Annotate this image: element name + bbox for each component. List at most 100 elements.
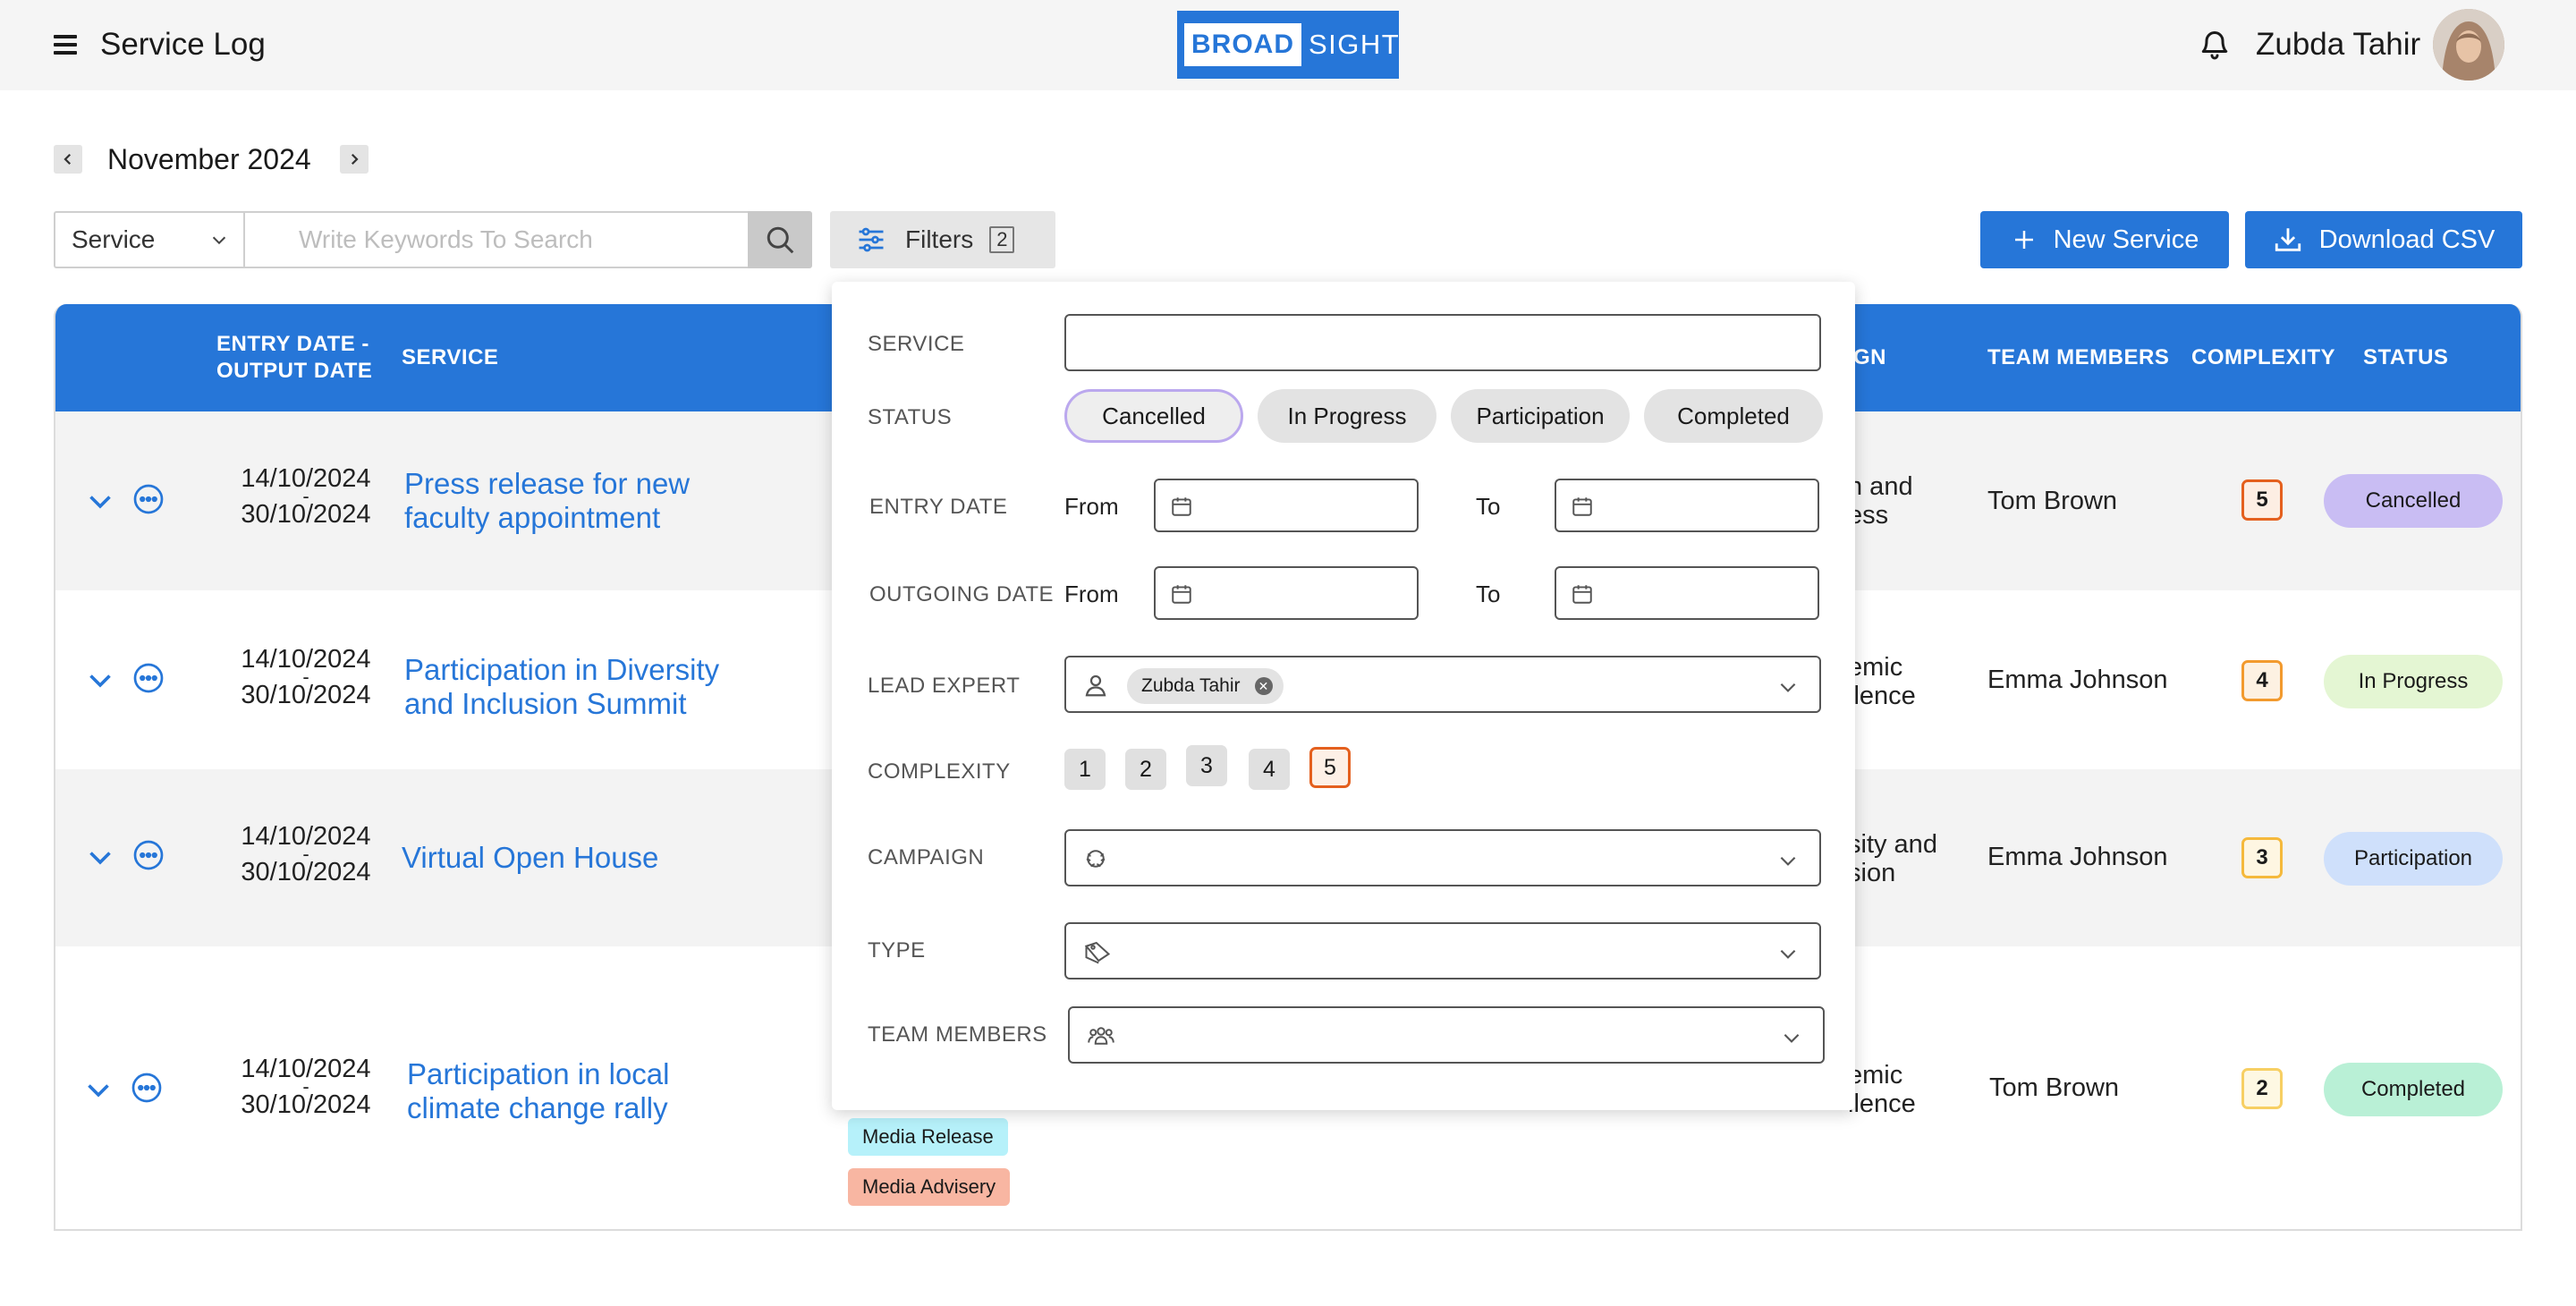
search-input[interactable] bbox=[243, 211, 750, 268]
complexity-badge: 4 bbox=[2241, 660, 2283, 701]
campaign-cell: sity and sion bbox=[1848, 830, 1937, 887]
complexity-option-2[interactable]: 2 bbox=[1125, 749, 1166, 790]
lead-expert-select[interactable]: Zubda Tahir ✕ bbox=[1064, 656, 1821, 713]
bell-icon[interactable] bbox=[2199, 29, 2231, 61]
service-title-line2: faculty appointment bbox=[404, 501, 661, 534]
entry-to-date-input[interactable] bbox=[1555, 479, 1819, 532]
service-title-line1: Press release for new bbox=[404, 467, 691, 500]
entry-from-date-input[interactable] bbox=[1154, 479, 1419, 532]
logo-part-2: SIGHT bbox=[1309, 29, 1401, 60]
prev-month-button[interactable] bbox=[54, 145, 82, 174]
service-link[interactable]: Press release for new faculty appointment bbox=[404, 467, 690, 535]
search-icon bbox=[767, 226, 794, 254]
col-header-complexity[interactable]: COMPLEXITY bbox=[2191, 304, 2335, 411]
service-title-line1: Virtual Open House bbox=[402, 841, 659, 874]
expand-chevron-icon[interactable] bbox=[84, 485, 116, 517]
complexity-option-1[interactable]: 1 bbox=[1064, 749, 1106, 790]
service-title-line1: Participation in Diversity bbox=[404, 653, 720, 686]
tag-media-release[interactable]: Media Release bbox=[848, 1118, 1008, 1156]
complexity-option-3[interactable]: 3 bbox=[1186, 745, 1227, 786]
campaign-line1: sity and bbox=[1848, 830, 1937, 859]
campaign-cell: emic llence bbox=[1848, 1061, 1916, 1118]
chevron-down-icon bbox=[212, 236, 226, 245]
more-options-icon[interactable] bbox=[132, 839, 165, 871]
filter-type-label: TYPE bbox=[868, 938, 926, 963]
complexity-option-5[interactable]: 5 bbox=[1309, 747, 1351, 788]
col-header-service[interactable]: SERVICE bbox=[402, 304, 498, 411]
expand-chevron-icon[interactable] bbox=[84, 841, 116, 873]
campaign-line1: emic bbox=[1848, 1061, 1903, 1090]
lead-expert-chip-label: Zubda Tahir bbox=[1141, 675, 1241, 696]
outgoing-from-date-input[interactable] bbox=[1154, 566, 1419, 620]
status-badge: Cancelled bbox=[2324, 474, 2503, 528]
service-type-select[interactable]: Service bbox=[54, 211, 245, 268]
chevron-down-icon bbox=[1780, 683, 1796, 692]
filter-lead-expert-label: LEAD EXPERT bbox=[868, 674, 1021, 698]
app-title: Service Log bbox=[100, 27, 266, 62]
expand-chevron-icon[interactable] bbox=[82, 1073, 114, 1106]
service-link[interactable]: Participation in Diversity and Inclusion … bbox=[404, 653, 719, 721]
more-options-icon[interactable] bbox=[131, 1072, 163, 1104]
download-csv-label: Download CSV bbox=[2318, 225, 2496, 254]
avatar[interactable] bbox=[2433, 9, 2504, 81]
new-service-label: New Service bbox=[2053, 225, 2199, 254]
tag-media-advisery[interactable]: Media Advisery bbox=[848, 1168, 1011, 1206]
status-option-in-progress[interactable]: In Progress bbox=[1258, 389, 1436, 443]
status-option-cancelled[interactable]: Cancelled bbox=[1064, 389, 1243, 443]
download-csv-button[interactable]: Download CSV bbox=[2245, 211, 2522, 268]
remove-chip-icon[interactable]: ✕ bbox=[1254, 677, 1273, 695]
date-range: 14/10/2024 - 30/10/2024 bbox=[216, 466, 395, 528]
complexity-option-4[interactable]: 4 bbox=[1249, 749, 1290, 790]
campaign-select[interactable] bbox=[1064, 829, 1821, 886]
tag-icon bbox=[1084, 941, 1111, 964]
service-link[interactable]: Participation in local climate change ral… bbox=[407, 1057, 670, 1125]
calendar-icon bbox=[1172, 497, 1191, 516]
brand-logo: BROAD SIGHT bbox=[1177, 11, 1399, 79]
team-members-cell: Tom Brown bbox=[1989, 1073, 2120, 1102]
chevron-down-icon bbox=[1780, 856, 1796, 866]
col-header-campaign[interactable]: GN bbox=[1853, 304, 1886, 411]
new-service-button[interactable]: New Service bbox=[1980, 211, 2229, 268]
calendar-icon bbox=[1572, 497, 1592, 516]
output-date: 30/10/2024 bbox=[241, 681, 371, 709]
team-members-cell: Emma Johnson bbox=[1987, 666, 2168, 694]
filter-service-input[interactable] bbox=[1064, 314, 1821, 371]
output-date: 30/10/2024 bbox=[241, 500, 371, 529]
search-button[interactable] bbox=[748, 211, 812, 268]
more-options-icon[interactable] bbox=[132, 483, 165, 515]
complexity-badge: 5 bbox=[2241, 479, 2283, 521]
col-header-team-members[interactable]: TEAM MEMBERS bbox=[1987, 304, 2169, 411]
user-name[interactable]: Zubda Tahir bbox=[2256, 27, 2420, 63]
date-range: 14/10/2024 - 30/10/2024 bbox=[216, 824, 395, 886]
campaign-line2: llence bbox=[1848, 682, 1916, 710]
filter-outgoing-date-label: OUTGOING DATE bbox=[869, 582, 1055, 606]
filters-button[interactable]: Filters 2 bbox=[830, 211, 1055, 268]
next-month-button[interactable] bbox=[340, 145, 369, 174]
sliders-icon bbox=[859, 227, 884, 252]
chevron-down-icon bbox=[1780, 949, 1796, 959]
status-option-completed[interactable]: Completed bbox=[1644, 389, 1823, 443]
campaign-cell: emic llence bbox=[1848, 653, 1916, 710]
menu-icon[interactable] bbox=[52, 32, 79, 57]
col-header-dates[interactable]: ENTRY DATE - OUTPUT DATE bbox=[216, 304, 372, 411]
more-options-icon[interactable] bbox=[132, 662, 165, 694]
service-link[interactable]: Virtual Open House bbox=[402, 841, 658, 875]
chevron-down-icon bbox=[1784, 1033, 1800, 1043]
entry-to-label: To bbox=[1476, 493, 1501, 520]
outgoing-to-date-input[interactable] bbox=[1555, 566, 1819, 620]
complexity-badge: 2 bbox=[2241, 1068, 2283, 1109]
laurel-icon bbox=[1086, 850, 1106, 868]
campaign-line1: h and bbox=[1848, 472, 1913, 501]
lead-expert-chip[interactable]: Zubda Tahir ✕ bbox=[1127, 668, 1284, 704]
complexity-badge: 3 bbox=[2241, 837, 2283, 878]
col-header-status[interactable]: STATUS bbox=[2363, 304, 2448, 411]
expand-chevron-icon[interactable] bbox=[84, 664, 116, 696]
output-date: 30/10/2024 bbox=[241, 858, 371, 886]
status-option-participation[interactable]: Participation bbox=[1451, 389, 1630, 443]
service-title-line1: Participation in local bbox=[407, 1057, 670, 1090]
top-bar: Service Log BROAD SIGHT Zubda Tahir bbox=[0, 0, 2576, 90]
type-select[interactable] bbox=[1064, 922, 1821, 980]
team-members-select[interactable] bbox=[1068, 1006, 1825, 1064]
service-type-value: Service bbox=[72, 225, 156, 253]
filters-count-badge: 2 bbox=[989, 226, 1015, 253]
